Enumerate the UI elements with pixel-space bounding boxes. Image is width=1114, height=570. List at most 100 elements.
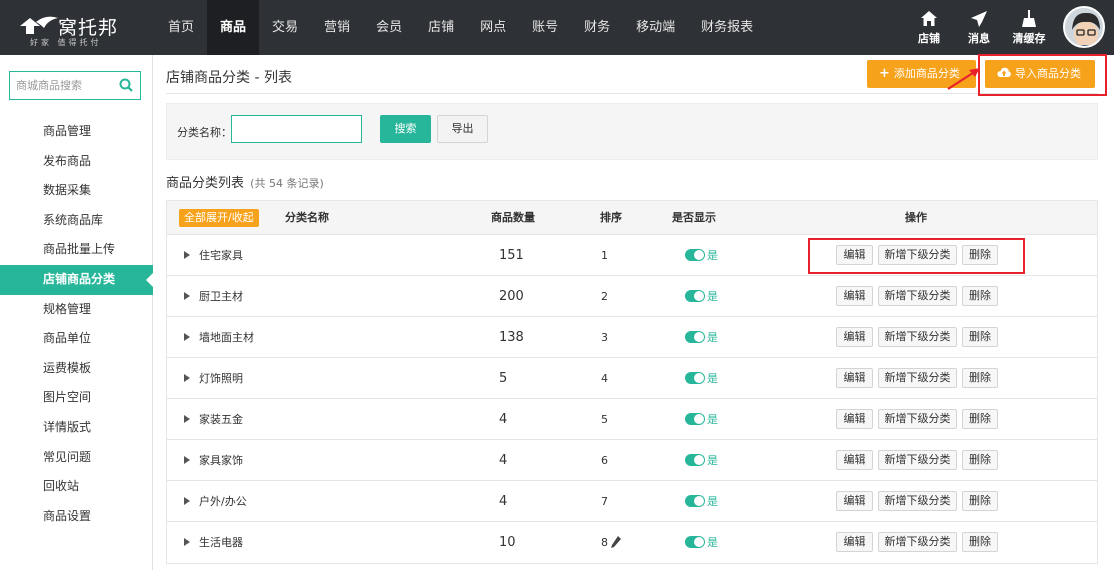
sidebar-item[interactable]: 图片空间 bbox=[0, 383, 153, 413]
export-button[interactable]: 导出 bbox=[437, 115, 488, 143]
delete-button[interactable]: 删除 bbox=[962, 286, 998, 306]
page-title: 店铺商品分类 - 列表 bbox=[166, 70, 292, 86]
header-sort: 排序 bbox=[600, 211, 622, 224]
visibility-toggle[interactable] bbox=[685, 413, 705, 425]
nav-item[interactable]: 移动端 bbox=[623, 0, 688, 55]
edit-button[interactable]: 编辑 bbox=[836, 532, 873, 552]
category-name: 厨卫主材 bbox=[199, 290, 243, 303]
table-row: 墙地面主材 138 3 是 编辑 新增下级分类 删除 bbox=[167, 317, 1097, 358]
expand-collapse-all-button[interactable]: 全部展开/收起 bbox=[179, 209, 259, 227]
visibility-toggle[interactable] bbox=[685, 495, 705, 507]
sort-order: 8 bbox=[601, 536, 608, 549]
visibility-label: 是 bbox=[707, 331, 718, 344]
avatar[interactable] bbox=[1063, 6, 1105, 48]
expand-caret-icon[interactable] bbox=[184, 374, 190, 382]
nav-item[interactable]: 财务 bbox=[571, 0, 623, 55]
visibility-toggle[interactable] bbox=[685, 249, 705, 261]
sidebar-item[interactable]: 数据采集 bbox=[0, 176, 153, 206]
add-subcategory-button[interactable]: 新增下级分类 bbox=[878, 286, 957, 306]
plus-icon: + bbox=[879, 66, 890, 81]
sidebar-item[interactable]: 运费模板 bbox=[0, 354, 153, 384]
sidebar-item[interactable]: 系统商品库 bbox=[0, 206, 153, 236]
delete-button[interactable]: 删除 bbox=[962, 409, 998, 429]
nav-item[interactable]: 首页 bbox=[155, 0, 207, 55]
paper-plane-icon bbox=[971, 11, 987, 27]
nav-item[interactable]: 店铺 bbox=[415, 0, 467, 55]
search-button[interactable]: 搜索 bbox=[380, 115, 431, 143]
tool-messages[interactable]: 消息 bbox=[956, 0, 1002, 55]
category-name-input[interactable] bbox=[231, 115, 362, 143]
sort-order: 4 bbox=[601, 372, 608, 385]
tool-clear-cache[interactable]: 清缓存 bbox=[1006, 0, 1052, 55]
expand-caret-icon[interactable] bbox=[184, 538, 190, 546]
edit-button[interactable]: 编辑 bbox=[836, 450, 873, 470]
sidebar-item[interactable]: 回收站 bbox=[0, 472, 153, 502]
delete-button[interactable]: 删除 bbox=[962, 491, 998, 511]
delete-button[interactable]: 删除 bbox=[962, 532, 998, 552]
visibility-toggle[interactable] bbox=[685, 372, 705, 384]
header-visible: 是否显示 bbox=[672, 211, 716, 224]
table-row: 家装五金 4 5 是 编辑 新增下级分类 删除 bbox=[167, 399, 1097, 440]
search-icon[interactable] bbox=[119, 78, 133, 92]
sidebar-item[interactable]: 店铺商品分类 bbox=[0, 264, 154, 295]
sidebar-item[interactable]: 商品批量上传 bbox=[0, 235, 153, 265]
product-count: 10 bbox=[499, 535, 516, 550]
nav-item[interactable]: 账号 bbox=[519, 0, 571, 55]
delete-button[interactable]: 删除 bbox=[962, 450, 998, 470]
pencil-icon[interactable] bbox=[611, 536, 621, 548]
nav-item[interactable]: 商品 bbox=[207, 0, 260, 55]
tool-store[interactable]: 店铺 bbox=[906, 0, 952, 55]
expand-caret-icon[interactable] bbox=[184, 497, 190, 505]
nav-item[interactable]: 营销 bbox=[311, 0, 363, 55]
add-subcategory-button[interactable]: 新增下级分类 bbox=[878, 491, 957, 511]
nav-item[interactable]: 交易 bbox=[259, 0, 311, 55]
sidebar-item[interactable]: 详情版式 bbox=[0, 413, 153, 443]
expand-caret-icon[interactable] bbox=[184, 415, 190, 423]
sidebar-item[interactable]: 常见问题 bbox=[0, 443, 153, 473]
category-table: 全部展开/收起 分类名称 商品数量 排序 是否显示 操作 住宅家具 151 1 是编辑… bbox=[166, 200, 1098, 564]
annotation-arrow-icon bbox=[947, 68, 980, 90]
edit-button[interactable]: 编辑 bbox=[836, 409, 873, 429]
sort-order: 6 bbox=[601, 454, 608, 467]
visibility-label: 是 bbox=[707, 413, 718, 426]
visibility-toggle[interactable] bbox=[685, 454, 705, 466]
sidebar-search-input[interactable] bbox=[10, 72, 115, 99]
visibility-toggle[interactable] bbox=[685, 290, 705, 302]
sidebar: 商品管理发布商品数据采集系统商品库商品批量上传店铺商品分类规格管理商品单位运费模… bbox=[0, 55, 154, 570]
edit-button[interactable]: 编辑 bbox=[836, 491, 873, 511]
add-subcategory-button[interactable]: 新增下级分类 bbox=[878, 327, 957, 347]
nav-item[interactable]: 会员 bbox=[363, 0, 415, 55]
visibility-label: 是 bbox=[707, 454, 718, 467]
brand-logo[interactable]: 窝托邦 好家 值得托付 bbox=[18, 8, 148, 48]
expand-caret-icon[interactable] bbox=[184, 292, 190, 300]
sidebar-item[interactable]: 发布商品 bbox=[0, 147, 153, 177]
sidebar-item[interactable]: 商品设置 bbox=[0, 502, 153, 532]
delete-button[interactable]: 删除 bbox=[962, 368, 998, 388]
edit-button[interactable]: 编辑 bbox=[836, 286, 873, 306]
sidebar-item[interactable]: 商品管理 bbox=[0, 117, 153, 147]
expand-caret-icon[interactable] bbox=[184, 251, 190, 259]
visibility-toggle[interactable] bbox=[685, 536, 705, 548]
visibility-toggle[interactable] bbox=[685, 331, 705, 343]
visibility-label: 是 bbox=[707, 372, 718, 385]
edit-button[interactable]: 编辑 bbox=[836, 327, 873, 347]
import-category-button[interactable]: 导入商品分类 bbox=[985, 60, 1095, 88]
product-count: 200 bbox=[499, 289, 524, 304]
delete-button[interactable]: 删除 bbox=[962, 327, 998, 347]
add-subcategory-button[interactable]: 新增下级分类 bbox=[878, 450, 957, 470]
table-row: 家具家饰 4 6 是 编辑 新增下级分类 删除 bbox=[167, 440, 1097, 481]
sidebar-item[interactable]: 商品单位 bbox=[0, 324, 153, 354]
add-subcategory-button[interactable]: 新增下级分类 bbox=[878, 409, 957, 429]
nav-item[interactable]: 网点 bbox=[467, 0, 519, 55]
edit-button[interactable]: 编辑 bbox=[836, 368, 873, 388]
table-row: 户外/办公 4 7 是 编辑 新增下级分类 删除 bbox=[167, 481, 1097, 522]
sort-order: 5 bbox=[601, 413, 608, 426]
sidebar-item[interactable]: 规格管理 bbox=[0, 295, 153, 325]
expand-caret-icon[interactable] bbox=[184, 333, 190, 341]
add-subcategory-button[interactable]: 新增下级分类 bbox=[878, 532, 957, 552]
user-avatar-icon bbox=[1065, 8, 1103, 46]
add-subcategory-button[interactable]: 新增下级分类 bbox=[878, 368, 957, 388]
visibility-label: 是 bbox=[707, 249, 718, 262]
expand-caret-icon[interactable] bbox=[184, 456, 190, 464]
nav-item[interactable]: 财务报表 bbox=[688, 0, 766, 55]
